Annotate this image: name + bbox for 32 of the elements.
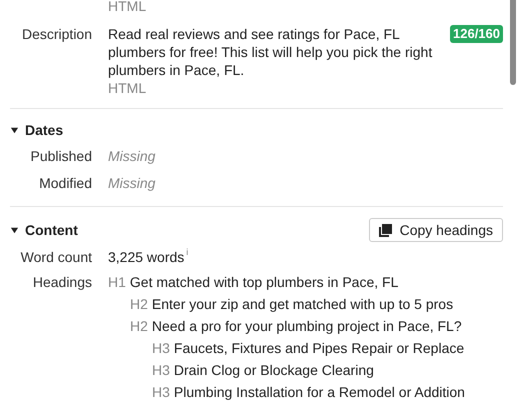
section-title[interactable]: Content bbox=[25, 220, 78, 240]
source-label: HTML bbox=[108, 0, 146, 14]
scrollbar-thumb[interactable] bbox=[510, 0, 516, 85]
field-label: Headings bbox=[32, 272, 92, 292]
heading-level: H3 bbox=[152, 382, 170, 402]
heading-text: Faucets, Fixtures and Pipes Repair or Replace bbox=[174, 338, 464, 358]
info-marker[interactable]: i bbox=[186, 246, 188, 256]
field-label: Modified bbox=[38, 174, 92, 193]
heading-level: H3 bbox=[152, 338, 170, 358]
heading-level: H3 bbox=[152, 360, 170, 380]
copy-headings-button[interactable]: Copy headings bbox=[368, 218, 503, 242]
heading-text: Get matched with top plumbers in Pace, FL bbox=[130, 272, 398, 292]
heading-text: Plumbing Installation for a Remodel or Addition bbox=[174, 382, 465, 402]
heading-text: Enter your zip and get matched with up to 5 pros bbox=[152, 294, 454, 314]
word-count: 3,225 words bbox=[108, 248, 184, 266]
heading-level: H2 bbox=[130, 316, 148, 336]
heading-level: H2 bbox=[130, 294, 148, 314]
heading-level: H1 bbox=[108, 272, 126, 292]
field-label: Word count bbox=[20, 248, 92, 266]
field-value: Missing bbox=[108, 147, 156, 166]
field-label: Description bbox=[20, 25, 92, 44]
field-value: Missing bbox=[108, 174, 156, 193]
caret-down-icon[interactable] bbox=[10, 226, 19, 234]
character-count-badge: 126/160 bbox=[450, 25, 503, 43]
field-label: Published bbox=[30, 147, 92, 166]
heading-text: Need a pro for your plumbing project in Pace, FL? bbox=[152, 316, 462, 336]
heading-text: Drain Clog or Blockage Clearing bbox=[174, 360, 374, 380]
source-label: HTML bbox=[108, 79, 148, 97]
caret-down-icon[interactable] bbox=[10, 126, 19, 134]
section-title[interactable]: Dates bbox=[25, 120, 64, 140]
copy-icon bbox=[378, 224, 392, 236]
description-text: Read real reviews and see ratings for Pace, FL plumbers for free! This list will help you pick the right plumbers in Pace, FL. bbox=[108, 25, 434, 79]
